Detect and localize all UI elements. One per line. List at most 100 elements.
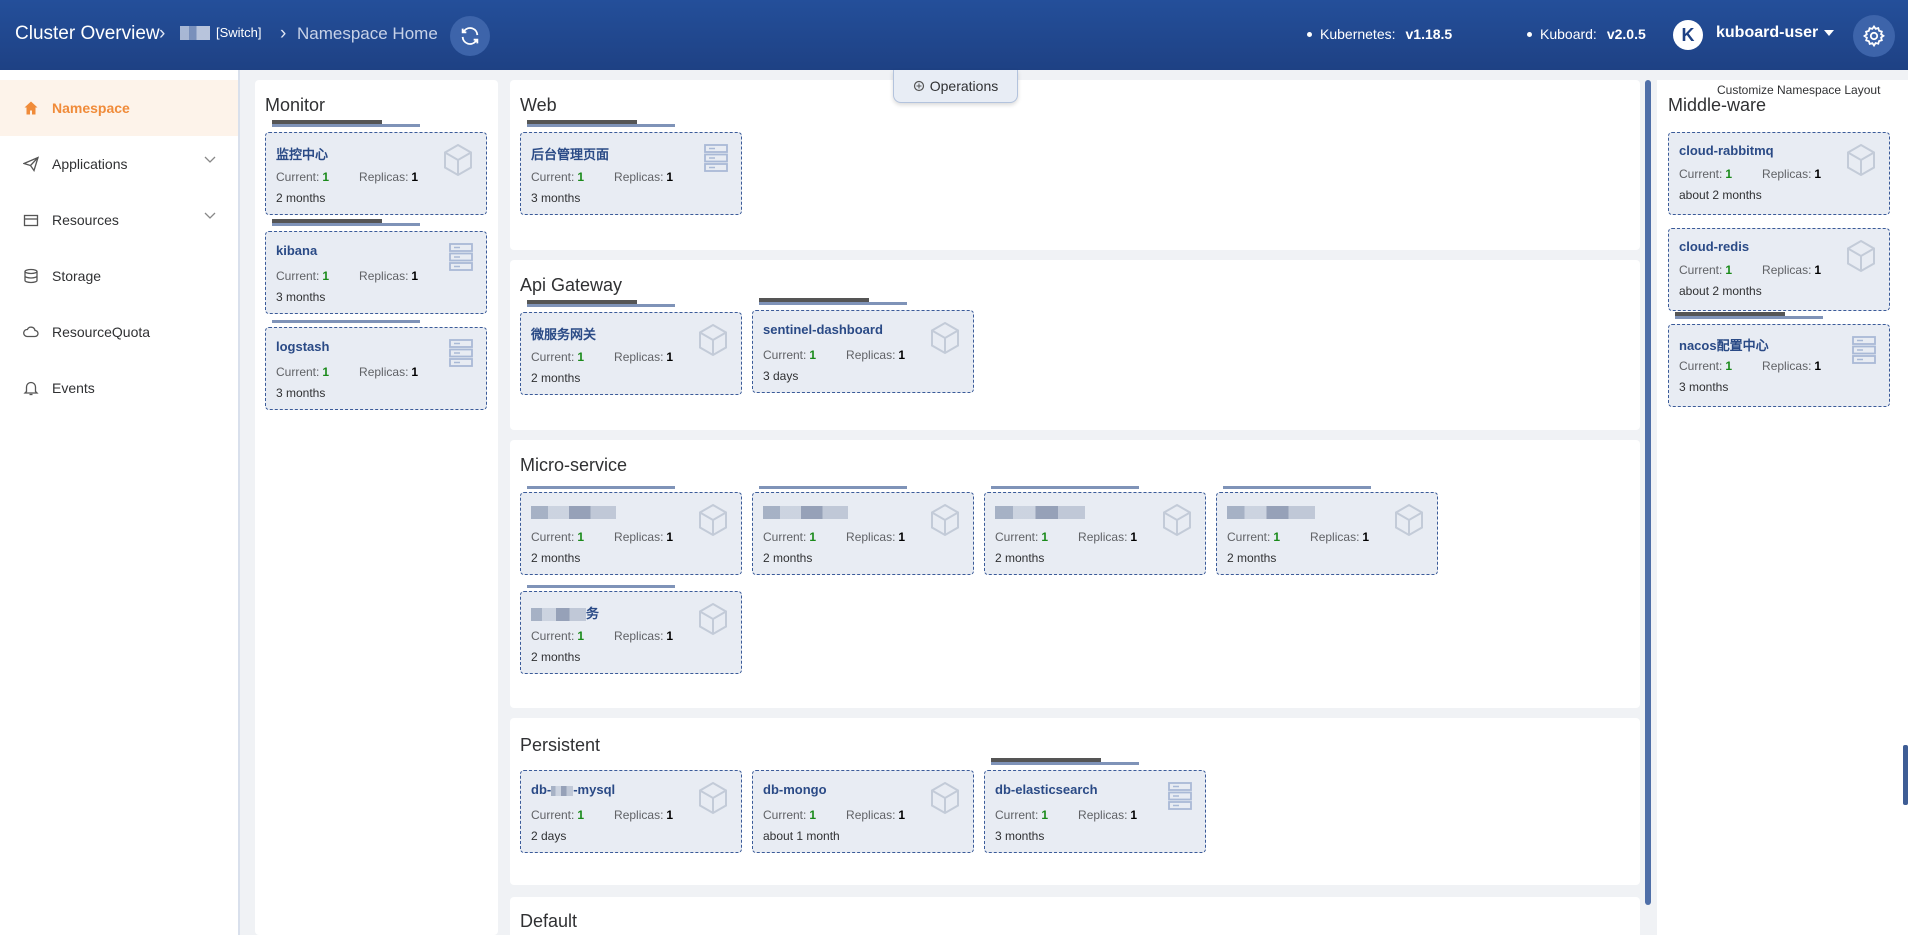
section-title-middle-ware: Middle-ware <box>1668 95 1767 115</box>
workload-card-kibana[interactable]: kibana Current: 1 Replicas: 1 3 months <box>265 231 487 314</box>
statefulset-server-icon <box>449 243 473 271</box>
workload-stats: Current: 1 Replicas: 1 <box>1679 263 1821 277</box>
workload-age: 2 months <box>995 551 1045 565</box>
deployment-cube-icon <box>1847 143 1875 177</box>
sidebar-item-namespace[interactable]: Namespace <box>0 80 238 136</box>
label-tag-bar <box>527 120 675 127</box>
workload-stats: Current: 1 Replicas: 1 <box>1679 359 1821 373</box>
label-tag-bar <box>272 320 420 327</box>
workload-name: sentinel-dashboard <box>763 322 883 337</box>
workload-stats: Current: 1 Replicas: 1 <box>1227 530 1369 544</box>
sidebar-item-label: ResourceQuota <box>52 324 151 340</box>
kuboard-label: Kuboard: <box>1540 26 1597 42</box>
section-micro-service: Micro-service Current: 1 Replicas: 1 2 mont… <box>510 440 1640 708</box>
replicas-value: 1 <box>411 170 419 184</box>
sidebar-item-storage[interactable]: Storage <box>0 248 238 304</box>
workload-card-cloud-rabbitmq[interactable]: cloud-rabbitmq Current: 1 Replicas: 1 about… <box>1668 132 1890 215</box>
workload-stats: Current: 1 Replicas: 1 <box>276 365 418 379</box>
workload-stats: Current: 1 Replicas: 1 <box>531 629 673 643</box>
workload-stats: Current: 1 Replicas: 1 <box>763 530 905 544</box>
current-value: 1 <box>1273 530 1281 544</box>
replicas-label: Replicas: <box>1078 530 1128 544</box>
workload-stats: Current: 1 Replicas: 1 <box>531 170 673 184</box>
workload-card-db-mongo[interactable]: db-mongo Current: 1 Replicas: 1 about 1 mon… <box>752 770 974 853</box>
sidebar-item-resourcequota[interactable]: ResourceQuota <box>0 304 238 360</box>
workload-card-admin-web[interactable]: 后台管理页面 Current: 1 Replicas: 1 3 months <box>520 132 742 215</box>
current-label: Current: <box>995 808 1039 822</box>
workload-age: 2 months <box>531 371 581 385</box>
avatar[interactable]: K <box>1673 20 1703 50</box>
workload-name: nacos配置中心 <box>1679 338 1769 353</box>
workload-card-db-elasticsearch[interactable]: db-elasticsearch Current: 1 Replicas: 1 3 m… <box>984 770 1206 853</box>
current-label: Current: <box>531 629 575 643</box>
workload-name: 后台管理页面 <box>531 147 610 162</box>
gear-icon <box>1862 24 1885 48</box>
switch-namespace-link[interactable]: [Switch] <box>216 25 262 40</box>
current-label: Current: <box>276 170 320 184</box>
workload-card-db-mysql[interactable]: db- -mysql Current: 1 Replicas: 1 2 days <box>520 770 742 853</box>
workload-card-monitor-center[interactable]: 监控中心 Current: 1 Replicas: 1 2 months <box>265 132 487 215</box>
workload-card-microservice-4[interactable]: Current: 1 Replicas: 1 2 months <box>1216 492 1438 575</box>
redacted-name <box>995 506 1085 520</box>
bell-icon <box>20 380 42 396</box>
workload-card-microservice-2[interactable]: Current: 1 Replicas: 1 2 months <box>752 492 974 575</box>
chevron-down-icon <box>204 212 216 219</box>
current-label: Current: <box>531 350 575 364</box>
center-scrollbar[interactable] <box>1645 80 1651 905</box>
refresh-button[interactable] <box>450 16 490 56</box>
workload-stats: Current: 1 Replicas: 1 <box>995 808 1137 822</box>
breadcrumb-cluster-overview[interactable]: Cluster Overview <box>15 23 160 45</box>
database-icon <box>20 268 42 284</box>
monitor-column: Monitor 监控中心 Current: 1 Replicas: 1 2 month… <box>255 80 498 935</box>
bullet-icon <box>1527 31 1532 37</box>
sidebar-item-resources[interactable]: Resources <box>0 192 238 248</box>
workload-card-gateway[interactable]: 微服务网关 Current: 1 Replicas: 1 2 months <box>520 312 742 395</box>
breadcrumb-namespace[interactable]: [Switch] <box>180 25 262 40</box>
workload-card-nacos[interactable]: nacos配置中心 Current: 1 Replicas: 1 3 months <box>1668 324 1890 407</box>
workload-stats: Current: 1 Replicas: 1 <box>763 348 905 362</box>
replicas-label: Replicas: <box>1078 808 1128 822</box>
section-web: Web 后台管理页面 Current: 1 Replicas: 1 3 months <box>510 80 1640 250</box>
replicas-label: Replicas: <box>1762 263 1812 277</box>
redacted-name <box>531 608 586 622</box>
kubernetes-version-value: v1.18.5 <box>1405 26 1453 42</box>
replicas-value: 1 <box>1130 530 1138 544</box>
user-menu[interactable]: kuboard-user <box>1716 24 1835 42</box>
settings-button[interactable] <box>1853 15 1895 57</box>
page-scrollbar[interactable] <box>1903 745 1908 805</box>
middle-ware-column: Middle-ware cloud-rabbitmq Current: 1 Repl… <box>1657 80 1908 935</box>
current-value: 1 <box>322 170 330 184</box>
section-title-api-gateway: Api Gateway <box>520 275 623 295</box>
workload-name-suffix: -mysql <box>573 782 616 797</box>
workload-age: 3 months <box>276 386 326 400</box>
kuboard-version-value: v2.0.5 <box>1606 26 1646 42</box>
workload-card-microservice-1[interactable]: Current: 1 Replicas: 1 2 months <box>520 492 742 575</box>
current-label: Current: <box>1227 530 1271 544</box>
replicas-label: Replicas: <box>614 350 664 364</box>
workload-card-logstash[interactable]: logstash Current: 1 Replicas: 1 3 months <box>265 327 487 410</box>
operations-button[interactable]: Operations <box>893 70 1018 103</box>
workload-age: 2 months <box>531 551 581 565</box>
statefulset-server-icon <box>704 144 728 172</box>
workload-card-microservice-5[interactable]: 务 Current: 1 Replicas: 1 2 months <box>520 591 742 674</box>
section-persistent: Persistent db- -mysql Current: 1 Replicas: 1… <box>510 718 1640 885</box>
replicas-label: Replicas: <box>614 629 664 643</box>
workload-card-cloud-redis[interactable]: cloud-redis Current: 1 Replicas: 1 about 2 … <box>1668 228 1890 311</box>
sidebar-item-applications[interactable]: Applications <box>0 136 238 192</box>
workload-card-microservice-3[interactable]: Current: 1 Replicas: 1 2 months <box>984 492 1206 575</box>
workload-name: cloud-redis <box>1679 239 1750 254</box>
sidebar-item-events[interactable]: Events <box>0 360 238 416</box>
namespace-name-redacted <box>180 25 210 40</box>
breadcrumb-separator-icon: › <box>159 23 166 44</box>
workload-name: 监控中心 <box>276 147 329 162</box>
current-value: 1 <box>809 530 817 544</box>
replicas-label: Replicas: <box>359 365 409 379</box>
current-label: Current: <box>995 530 1039 544</box>
replicas-value: 1 <box>898 530 906 544</box>
replicas-value: 1 <box>666 629 674 643</box>
top-header: Cluster Overview › [Switch] › Namespace … <box>0 0 1908 70</box>
customize-layout-link[interactable]: Customize Namespace Layout <box>1717 83 1880 97</box>
workload-card-sentinel-dashboard[interactable]: sentinel-dashboard Current: 1 Replicas: 1 3… <box>752 310 974 393</box>
replicas-value: 1 <box>666 808 674 822</box>
current-label: Current: <box>531 170 575 184</box>
